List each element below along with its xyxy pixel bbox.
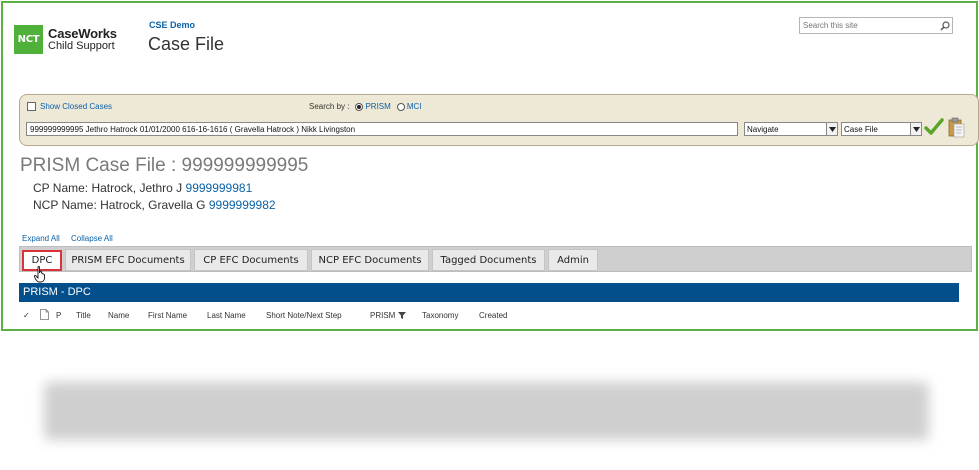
navigate-select[interactable]: Navigate	[744, 122, 838, 136]
clipboard-icon[interactable]	[946, 117, 966, 144]
radio-prism[interactable]	[355, 102, 364, 111]
view-select[interactable]: Case File	[841, 122, 922, 136]
tab-bar: DPC PRISM EFC Documents CP EFC Documents…	[19, 246, 972, 272]
search-by-group: Search by : PRISM MCI	[309, 102, 421, 111]
column-created[interactable]: Created	[479, 311, 507, 320]
show-closed-label: Show Closed Cases	[40, 102, 113, 111]
filter-icon	[397, 312, 406, 319]
page-frame: NCT CaseWorks Child Support CSE Demo Cas…	[1, 1, 979, 331]
chevron-down-icon[interactable]	[910, 123, 921, 135]
cp-id-link[interactable]: 9999999981	[186, 181, 253, 195]
navigate-select-value: Navigate	[747, 124, 779, 134]
logo-mark: NCT	[14, 25, 43, 54]
expand-all-link[interactable]: Expand All	[22, 234, 60, 243]
column-prism[interactable]: PRISM	[370, 311, 406, 320]
column-title[interactable]: Title	[76, 311, 91, 320]
list-header: PRISM - DPC	[19, 283, 959, 302]
site-search-box	[799, 17, 953, 34]
page-title: Case File	[148, 34, 225, 54]
radio-mci-label[interactable]: MCI	[407, 102, 422, 111]
column-short-note[interactable]: Short Note/Next Step	[266, 311, 342, 320]
cp-name: CP Name: Hatrock, Jethro J 9999999981	[33, 181, 252, 195]
column-prism-label: PRISM	[370, 311, 396, 320]
column-name[interactable]: Name	[108, 311, 129, 320]
case-search-panel: Show Closed Cases Search by : PRISM MCI …	[19, 94, 979, 146]
logo-brand: CaseWorks	[48, 25, 117, 41]
tab-cp-efc-documents[interactable]: CP EFC Documents	[194, 249, 308, 271]
logo-sub: Child Support	[48, 39, 115, 52]
cp-name-label: CP Name: Hatrock, Jethro J	[33, 181, 183, 195]
column-check[interactable]: ✓	[23, 311, 30, 320]
column-first-name[interactable]: First Name	[148, 311, 187, 320]
search-by-label: Search by :	[309, 102, 350, 111]
tab-tagged-documents[interactable]: Tagged Documents	[432, 249, 545, 271]
case-search-input[interactable]: 999999999995 Jethro Hatrock 01/01/2000 6…	[26, 122, 738, 136]
search-icon[interactable]	[937, 18, 952, 33]
radio-prism-label[interactable]: PRISM	[365, 102, 390, 111]
column-taxonomy[interactable]: Taxonomy	[422, 311, 458, 320]
logo-text: CaseWorks Child Support	[48, 25, 117, 52]
caseworks-logo[interactable]: NCT CaseWorks Child Support	[14, 25, 117, 54]
ncp-id-link[interactable]: 9999999982	[209, 198, 276, 212]
tab-prism-efc-documents[interactable]: PRISM EFC Documents	[65, 249, 191, 271]
ncp-name-label: NCP Name: Hatrock, Gravella G	[33, 198, 206, 212]
radio-mci[interactable]	[396, 102, 405, 111]
column-last-name[interactable]: Last Name	[207, 311, 246, 320]
checkbox-icon[interactable]	[27, 102, 36, 111]
column-p[interactable]: P	[56, 311, 61, 320]
site-link[interactable]: CSE Demo	[149, 20, 195, 30]
search-input[interactable]	[800, 18, 937, 33]
collapse-all-link[interactable]: Collapse All	[71, 234, 113, 243]
view-select-value: Case File	[844, 124, 878, 134]
tab-ncp-efc-documents[interactable]: NCP EFC Documents	[311, 249, 429, 271]
tab-admin[interactable]: Admin	[548, 249, 598, 271]
ncp-name: NCP Name: Hatrock, Gravella G 9999999982	[33, 198, 276, 212]
chevron-down-icon[interactable]	[826, 123, 837, 135]
blurred-region	[44, 382, 929, 440]
case-title: PRISM Case File : 999999999995	[20, 155, 309, 176]
show-closed-cases-checkbox[interactable]: Show Closed Cases	[27, 102, 112, 111]
document-icon[interactable]	[40, 309, 49, 322]
checkmark-go-icon[interactable]	[924, 117, 944, 142]
